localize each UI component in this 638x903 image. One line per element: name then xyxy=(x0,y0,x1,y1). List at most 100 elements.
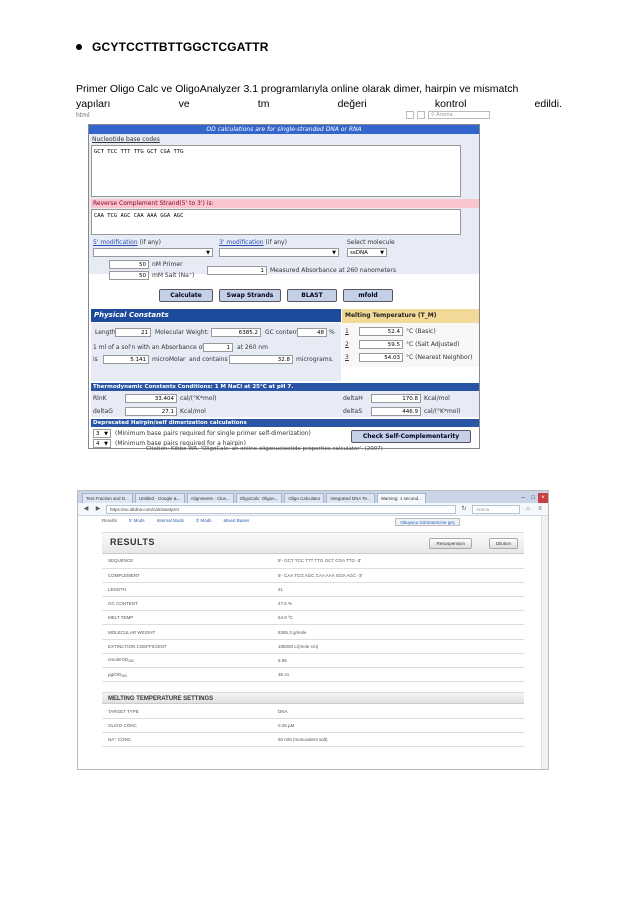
calculate-button[interactable]: Calculate xyxy=(159,289,213,302)
deltaG-unit: Kcal/mol xyxy=(180,408,206,415)
url-input[interactable]: https://eu.idtdna.com/calc/analyzer xyxy=(106,504,456,514)
link-internal-mods[interactable]: Internal Mods xyxy=(157,516,184,526)
row-key-text: µg/OD xyxy=(108,671,122,677)
browser-tab[interactable]: Oligo Calculator xyxy=(284,493,325,503)
sequence-textarea[interactable]: GCT TCC TTT TTG GCT CGA TTG xyxy=(91,145,461,197)
browser-tab[interactable]: Text Fraction and D... xyxy=(82,493,133,503)
tm-index-3[interactable]: 3 xyxy=(345,354,349,361)
table-row: µg/OD260 35.41 xyxy=(102,667,524,683)
absorbance-input[interactable]: 1 xyxy=(207,266,267,275)
mfold-button[interactable]: mfold xyxy=(343,289,393,302)
deltaS-value: 446.9 xyxy=(371,407,421,416)
result-links: Results 5' Mods Internal Mods 3' Mods Mi… xyxy=(102,516,524,526)
tm-nn-value: 54.03 xyxy=(359,353,403,362)
sequence-heading: GCYTCCTTBTTGGCTCGATTR xyxy=(92,40,269,54)
mod3-link[interactable]: 3' modification xyxy=(219,239,264,246)
blast-button[interactable]: BLAST xyxy=(287,289,337,302)
row-value: 185000 L/(mole·cm) xyxy=(272,639,524,654)
browser-tab[interactable]: Alignments - Clus... xyxy=(186,493,234,503)
resuspension-button[interactable]: Resuspension xyxy=(429,538,472,549)
min-hairpin-select[interactable]: 4 ▼ xyxy=(93,439,111,448)
tm-index-1[interactable]: 1 xyxy=(345,328,349,335)
browser-tab[interactable]: OligoCalc: Oligon... xyxy=(235,493,283,503)
molecule-select[interactable]: ssDNA ▼ xyxy=(347,248,387,257)
tm-basic-value: 52.4 xyxy=(359,327,403,336)
tm-index-2[interactable]: 2 xyxy=(345,341,349,348)
sequence-bullet: GCYTCCTTBTTGGCTCGATTR xyxy=(76,40,269,54)
sol-value: 1 xyxy=(203,343,233,352)
revcomp-label: Reverse Complement Strand(5' to 3') is: xyxy=(91,199,479,208)
row-key-text: nmole/OD xyxy=(108,657,129,663)
oligocalc-screenshot: html ⚲ Arama OD calculations are for sin… xyxy=(76,110,490,455)
absorbance-label: Measured Absorbance at 260 nanometers xyxy=(270,267,396,274)
minimize-icon[interactable]: – xyxy=(518,493,528,503)
nucleotide-codes-link[interactable]: Nucleotide base codes xyxy=(92,136,160,143)
maximize-icon[interactable]: □ xyxy=(528,493,538,503)
row-key: TARGET TYPE xyxy=(102,704,272,719)
table-row: COMPLEMENT 5'- CAA TCG AGC CAA AAA GGA AG… xyxy=(102,568,524,583)
word: edildi. xyxy=(534,98,562,110)
table-row: SEQUENCE 5'- GCT TCC TTT TTG GCT CGA TTG … xyxy=(102,554,524,569)
micromolar-value: 5.141 xyxy=(103,355,149,364)
gc-value: 48 xyxy=(297,328,327,337)
search-placeholder: Arama xyxy=(436,112,453,118)
tm-nn-label: °C (Nearest Neighbor) xyxy=(406,354,473,361)
panel-title: OD calculations are for single-stranded … xyxy=(89,125,479,134)
table-row: MOLECULAR WEIGHT 6385.3 g/mole xyxy=(102,624,524,640)
mod3-select[interactable]: ▼ xyxy=(219,248,339,257)
reader-view-button[interactable]: Okuyucu Görünümü'ne geç xyxy=(395,518,460,526)
link-5-mods[interactable]: 5' Mods xyxy=(129,516,145,526)
dilution-button[interactable]: Dilution xyxy=(488,538,518,549)
link-results[interactable]: Results xyxy=(102,516,117,526)
melt-settings-table: TARGET TYPE DNA OLIGO CONC 0.25 µM NA⁺ CON… xyxy=(102,704,524,748)
link-mixed-bases[interactable]: Mixed Bases xyxy=(224,516,250,526)
analyzer-content: Results 5' Mods Internal Mods 3' Mods Mi… xyxy=(78,516,548,769)
browser-tab[interactable]: Integrated DNA Te... xyxy=(326,493,375,503)
browser-strip: html ⚲ Arama xyxy=(76,110,490,120)
search-input[interactable]: Arama xyxy=(472,504,520,514)
chevron-down-icon: ▼ xyxy=(332,250,336,256)
mod5-select[interactable]: ▼ xyxy=(93,248,213,257)
primer-conc-label: nM Primer xyxy=(152,261,183,268)
home-icon[interactable]: ⌂ xyxy=(524,505,532,513)
min-dimer-select[interactable]: 3 ▼ xyxy=(93,429,111,438)
mw-label: Molecular Weight: xyxy=(155,329,209,336)
close-icon[interactable]: × xyxy=(538,493,548,503)
search-input[interactable]: ⚲ Arama xyxy=(428,111,490,119)
results-header: RESULTS Resuspension Dilution xyxy=(102,532,524,554)
micrograms-value: 32.8 xyxy=(229,355,293,364)
rlnk-value: 33.404 xyxy=(125,394,177,403)
check-self-comp-button[interactable]: Check Self-Complementarity xyxy=(351,430,471,443)
browser-tab[interactable]: Untitled - Google &... xyxy=(134,493,185,503)
mod3-suffix: (if any) xyxy=(265,239,287,246)
row-key: NA⁺ CONC xyxy=(102,732,272,748)
tm-basic-label: °C (Basic) xyxy=(406,328,436,335)
table-row: GC CONTENT 47.6 % xyxy=(102,596,524,612)
refresh-icon[interactable]: ↻ xyxy=(460,505,468,513)
thermo-header: Thermodynamic Constants Conditions: 1 M … xyxy=(91,383,479,391)
deltaH-value: 170.8 xyxy=(371,394,421,403)
link-3-mods[interactable]: 3' Mods xyxy=(196,516,212,526)
gc-unit: % xyxy=(329,329,335,336)
results-table: SEQUENCE 5'- GCT TCC TTT TTG GCT CGA TTG … xyxy=(102,554,524,683)
primer-conc-input[interactable]: 50 xyxy=(109,260,149,269)
row-value: DNA xyxy=(272,704,524,719)
deltaG-value: 27.1 xyxy=(125,407,177,416)
forward-icon[interactable]: ▶ xyxy=(94,505,102,513)
rlnk-unit: cal/(°K*mol) xyxy=(180,395,217,402)
back-icon[interactable]: ◀ xyxy=(82,505,90,513)
refresh-icon[interactable] xyxy=(417,111,425,119)
salt-input[interactable]: 50 xyxy=(109,271,149,280)
browser-tab-active[interactable]: Warning: 1 second... xyxy=(376,493,426,503)
window-controls: – □ × xyxy=(518,493,548,503)
menu-icon[interactable]: ≡ xyxy=(536,505,544,513)
dropdown-icon[interactable] xyxy=(406,111,414,119)
revcomp-textarea[interactable]: CAA TCG AGC CAA AAA GGA AGC xyxy=(91,209,461,235)
micromolar-label: microMolar xyxy=(152,356,186,363)
bullet-icon xyxy=(76,44,82,50)
swap-strands-button[interactable]: Swap Strands xyxy=(219,289,281,302)
row-value: 21 xyxy=(272,582,524,598)
scrollbar[interactable] xyxy=(541,516,548,769)
row-key: SEQUENCE xyxy=(102,554,272,569)
mod5-link[interactable]: 5' modification xyxy=(93,239,138,246)
